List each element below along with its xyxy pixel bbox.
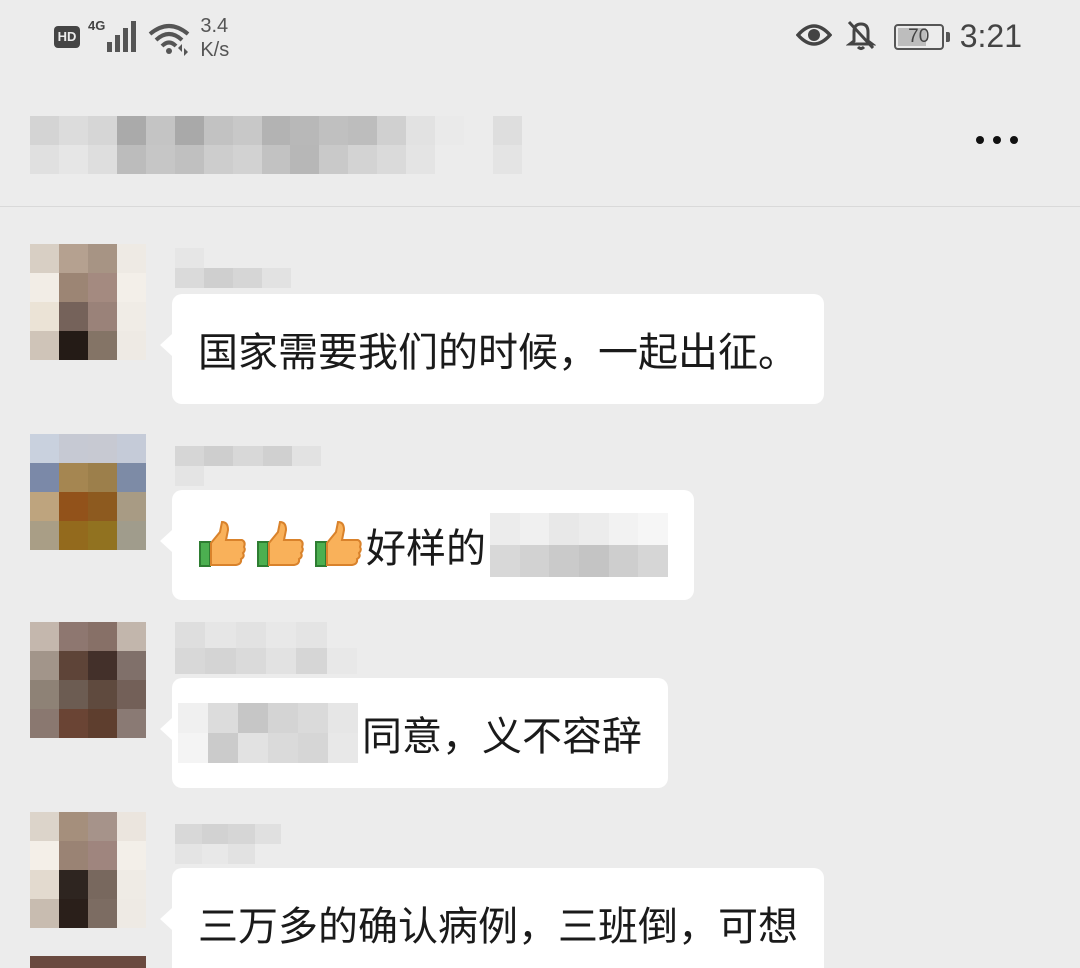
thumbs-up-icon [314,520,364,570]
thumbs-up-icon [198,520,248,570]
message-bubble[interactable]: 三万多的确认病例，三班倒，可想 [160,868,824,968]
message-text: 国家需要我们的时候，一起出征。 [198,330,798,376]
signal-icon: 4G [88,18,137,52]
redacted-mention [178,703,358,763]
avatar[interactable] [30,956,146,968]
sender-name-redacted [175,248,291,288]
network-speed: 3.4 K/s [200,14,229,62]
bell-off-icon [845,19,877,55]
battery-percent: 70 [908,25,930,47]
avatar[interactable] [30,812,146,928]
avatar[interactable] [30,244,146,360]
network-type-label: 4G [88,18,106,33]
avatar[interactable] [30,434,146,550]
message-text: 三万多的确认病例，三班倒，可想 [198,904,798,950]
speed-unit: K/s [200,39,230,61]
message-bubble[interactable]: 好样的 [160,490,694,600]
status-bar: HD 4G 3.4 K/s 70 3:21 [0,0,1080,80]
chat-title-redacted [30,116,522,174]
wifi-icon [148,22,190,60]
chat-header [0,80,1080,207]
eye-icon [795,21,833,53]
more-icon[interactable] [976,136,1018,144]
avatar[interactable] [30,622,146,738]
thumbs-up-icon [256,520,306,570]
message-bubble[interactable]: 国家需要我们的时候，一起出征。 [160,294,824,404]
message-bubble[interactable]: 同意，义不容辞 [160,678,668,788]
speed-value: 3.4 [200,15,229,37]
sender-name-redacted [175,446,321,486]
sender-name-redacted [175,622,357,674]
status-time: 3:21 [959,18,1022,54]
hd-icon: HD [54,26,80,48]
battery-icon: 70 [893,23,944,50]
message-text: 好样的 [366,526,486,572]
sender-name-redacted [175,824,281,864]
message-text: 同意，义不容辞 [362,714,642,760]
battery-cap [945,31,950,42]
redacted-text [490,513,668,577]
